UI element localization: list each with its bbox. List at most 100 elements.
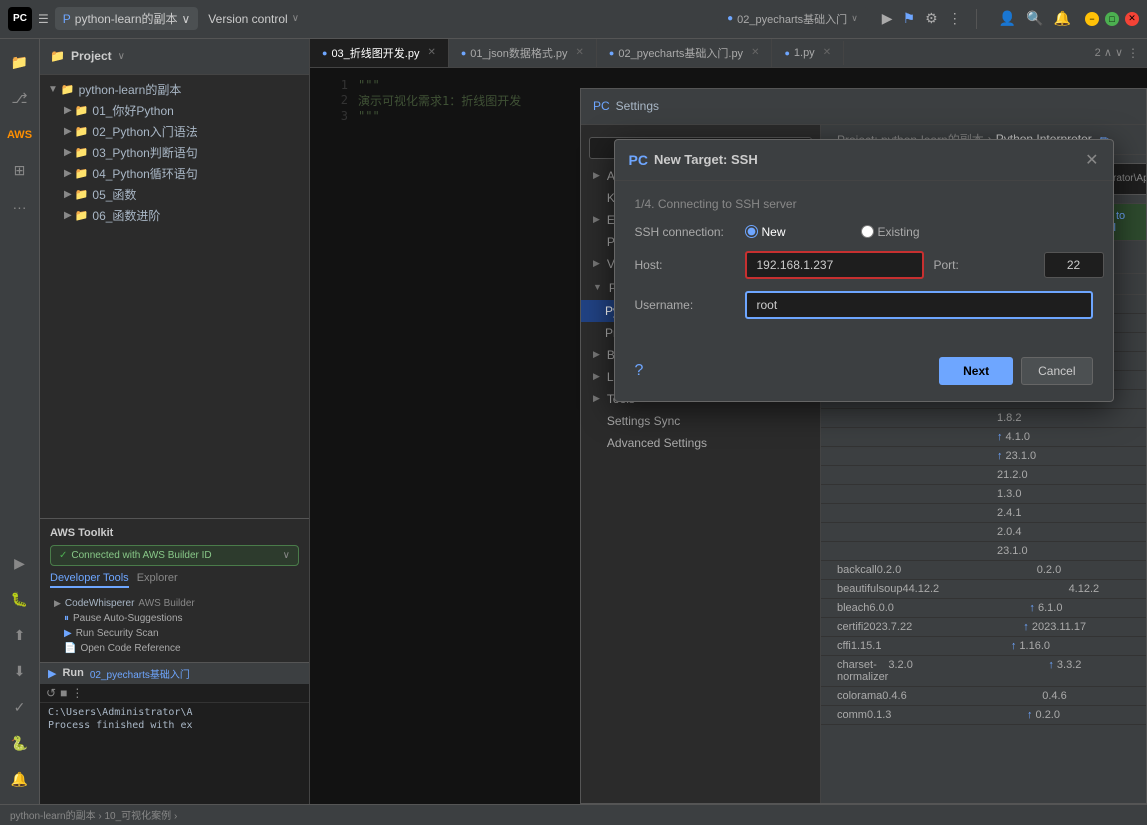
pkg-row-comm[interactable]: comm 0.1.3 ↑ 0.2.0 (821, 706, 1146, 725)
pkg-row-backcall[interactable]: backcall 0.2.0 0.2.0 (821, 561, 1146, 580)
aws-item-reference[interactable]: 📄 Open Code Reference (50, 641, 299, 656)
pkg-row-bs4[interactable]: beautifulsoup4 4.12.2 4.12.2 (821, 580, 1146, 599)
run-tab-label: 02_pyecharts基础入门 (90, 666, 190, 681)
tree-item-04[interactable]: ▶ 📁 04_Python循环语句 (40, 163, 309, 184)
settings-title: Settings (616, 99, 659, 113)
pkg-row-8[interactable]: 2.4.1 (821, 504, 1146, 523)
editor-tab-03[interactable]: ● 03_折线图开发.py ✕ (310, 39, 449, 67)
sidebar-icon-terminal[interactable]: ⬇ (4, 656, 36, 688)
ssh-host-row: Host: Port: (821, 251, 1093, 279)
project-name: python-learn的副本 (75, 10, 178, 27)
sidebar-icon-git[interactable]: ⬆ (4, 620, 36, 652)
maximize-button[interactable]: □ (1105, 12, 1119, 26)
tab-03-close-icon[interactable]: ✕ (427, 47, 435, 58)
console-stop-icon[interactable]: ■ (60, 686, 67, 700)
pkg-row-9[interactable]: 2.0.4 (821, 523, 1146, 542)
settings-nav-sync[interactable]: ▶ Settings Sync (581, 410, 820, 432)
pkg-row-certifi[interactable]: certifi 2023.7.22 ↑ 2023.11.17 (821, 618, 1146, 637)
version-control[interactable]: Version control ∨ (208, 12, 299, 26)
sidebar-icon-notifications[interactable]: 🔔 (4, 764, 36, 796)
pkg-row-charset[interactable]: charset-normalizer 3.2.0 ↑ 3.3.2 (821, 656, 1146, 687)
pkg-row-4[interactable]: ↑ 4.1.0 (821, 428, 1146, 447)
ssh-username-input[interactable] (821, 291, 1093, 319)
pkg-row-7[interactable]: 1.3.0 (821, 485, 1146, 504)
aws-item-security[interactable]: ▶ Run Security Scan (50, 626, 299, 641)
editor-tab-01[interactable]: ● 01_json数据格式.py ✕ (449, 39, 597, 67)
pkg-ver-backcall: 0.2.0 (877, 564, 1037, 576)
project-panel-header: 📁 Project ∨ (40, 39, 309, 75)
pkg-name-cffi: cffi (837, 640, 851, 652)
ssh-port-input[interactable] (1044, 252, 1104, 278)
sidebar-icon-aws[interactable]: AWS (4, 119, 36, 151)
minimize-button[interactable]: − (1085, 12, 1099, 26)
tab-02b-close-icon[interactable]: ✕ (751, 47, 759, 58)
pkg-row-3[interactable]: 1.8.2 (821, 409, 1146, 428)
debug-icon[interactable]: ⚑ (903, 10, 916, 27)
sidebar-icon-commit[interactable]: ⎇ (4, 83, 36, 115)
search-icon[interactable]: 🔍 (1026, 10, 1043, 27)
tree-item-05[interactable]: ▶ 📁 05_函数 (40, 184, 309, 205)
run-tab-02[interactable]: ● 02_pyecharts基础入门 ∨ (717, 7, 868, 31)
sidebar-icon-debug[interactable]: 🐛 (4, 584, 36, 616)
aws-tab-explorer[interactable]: Explorer (137, 572, 178, 588)
pkg-row-cffi[interactable]: cffi 1.15.1 ↑ 1.16.0 (821, 637, 1146, 656)
run-play-icon: ▶ (48, 667, 56, 680)
settings-icon[interactable]: ⚙ (925, 10, 938, 27)
ssh-host-input[interactable] (821, 251, 924, 279)
project-selector[interactable]: P python-learn的副本 ∨ (55, 7, 199, 30)
pkg-row-6[interactable]: 21.2.0 (821, 466, 1146, 485)
run-icon[interactable]: ▶ (882, 10, 893, 27)
tree-item-02[interactable]: ▶ 📁 02_Python入门语法 (40, 121, 309, 142)
aws-item-codewhisperer[interactable]: ▶ CodeWhisperer AWS Builder (50, 596, 299, 611)
sidebar-icon-more[interactable]: ··· (4, 191, 36, 223)
aws-tab-developer[interactable]: Developer Tools (50, 572, 129, 588)
more-icon[interactable]: ⋮ (948, 10, 962, 27)
pkg-row-10[interactable]: 23.1.0 (821, 542, 1146, 561)
tree-root[interactable]: ▼ 📁 python-learn的副本 (40, 79, 309, 100)
tree-item-06[interactable]: ▶ 📁 06_函数进阶 (40, 205, 309, 226)
sidebar-icon-project[interactable]: 📁 (4, 47, 36, 79)
user-icon[interactable]: 👤 (999, 10, 1016, 27)
ssh-dialog-footer: ? Next Cancel (821, 347, 1113, 401)
aws-dropdown-icon: ∨ (283, 550, 290, 561)
pkg-latest-colorama: 0.4.6 (1042, 690, 1146, 702)
alerts-icon[interactable]: 🔔 (1054, 10, 1071, 27)
aws-toolkit-panel: AWS Toolkit ✓ Connected with AWS Builder… (40, 518, 309, 662)
settings-nav-advanced[interactable]: ▶ Advanced Settings (581, 432, 820, 454)
window-controls: − □ ✕ (1085, 12, 1139, 26)
ssh-cancel-button[interactable]: Cancel (1021, 357, 1092, 385)
tab-1py-close-icon[interactable]: ✕ (823, 47, 831, 58)
pkg-ver-5 (837, 450, 997, 462)
tree-label-06: 06_函数进阶 (92, 207, 160, 224)
close-button[interactable]: ✕ (1125, 12, 1139, 26)
console-restart-icon[interactable]: ↺ (46, 686, 56, 700)
tree-item-01[interactable]: ▶ 📁 01_你好Python (40, 100, 309, 121)
ssh-radio-existing[interactable]: Existing (861, 225, 961, 239)
tab-01-close-icon[interactable]: ✕ (576, 47, 584, 58)
sidebar-icon-structure[interactable]: ⊞ (4, 155, 36, 187)
tab-more-icon[interactable]: ⋮ (1127, 46, 1139, 60)
hamburger-icon[interactable]: ☰ (38, 12, 49, 26)
pkg-row-5[interactable]: ↑ 23.1.0 (821, 447, 1146, 466)
aws-builder-label: AWS Builder (138, 598, 194, 609)
pkg-ver-9 (837, 526, 997, 538)
ssh-radio-new[interactable]: New (821, 225, 845, 239)
security-label: Run Security Scan (76, 628, 159, 639)
ssh-next-button[interactable]: Next (939, 357, 1013, 385)
console-more-icon[interactable]: ⋮ (71, 686, 83, 700)
sidebar-icon-run[interactable]: ▶ (4, 548, 36, 580)
aws-connected-badge[interactable]: ✓ Connected with AWS Builder ID ∨ (50, 545, 299, 566)
editor-tab-1py[interactable]: ● 1.py ✕ (772, 41, 844, 65)
sidebar-icon-todo[interactable]: ✓ (4, 692, 36, 724)
editor-tab-02b[interactable]: ● 02_pyecharts基础入门.py ✕ (597, 39, 773, 67)
pkg-row-colorama[interactable]: colorama 0.4.6 0.4.6 (821, 687, 1146, 706)
aws-toolkit-title: AWS Toolkit (50, 527, 113, 539)
aws-item-pause[interactable]: ⏸ Pause Auto-Suggestions (50, 611, 299, 626)
pkg-row-bleach[interactable]: bleach 6.0.0 ↑ 6.1.0 (821, 599, 1146, 618)
pkg-ver-7 (837, 488, 997, 500)
ssh-close-button[interactable]: ✕ (1085, 150, 1098, 170)
settings-pc-icon: PC (593, 99, 610, 113)
sidebar-icon-python[interactable]: 🐍 (4, 728, 36, 760)
console-panel: ↺ ■ ⋮ C:\Users\Administrator\A Process f… (40, 684, 309, 804)
tree-item-03[interactable]: ▶ 📁 03_Python判断语句 (40, 142, 309, 163)
